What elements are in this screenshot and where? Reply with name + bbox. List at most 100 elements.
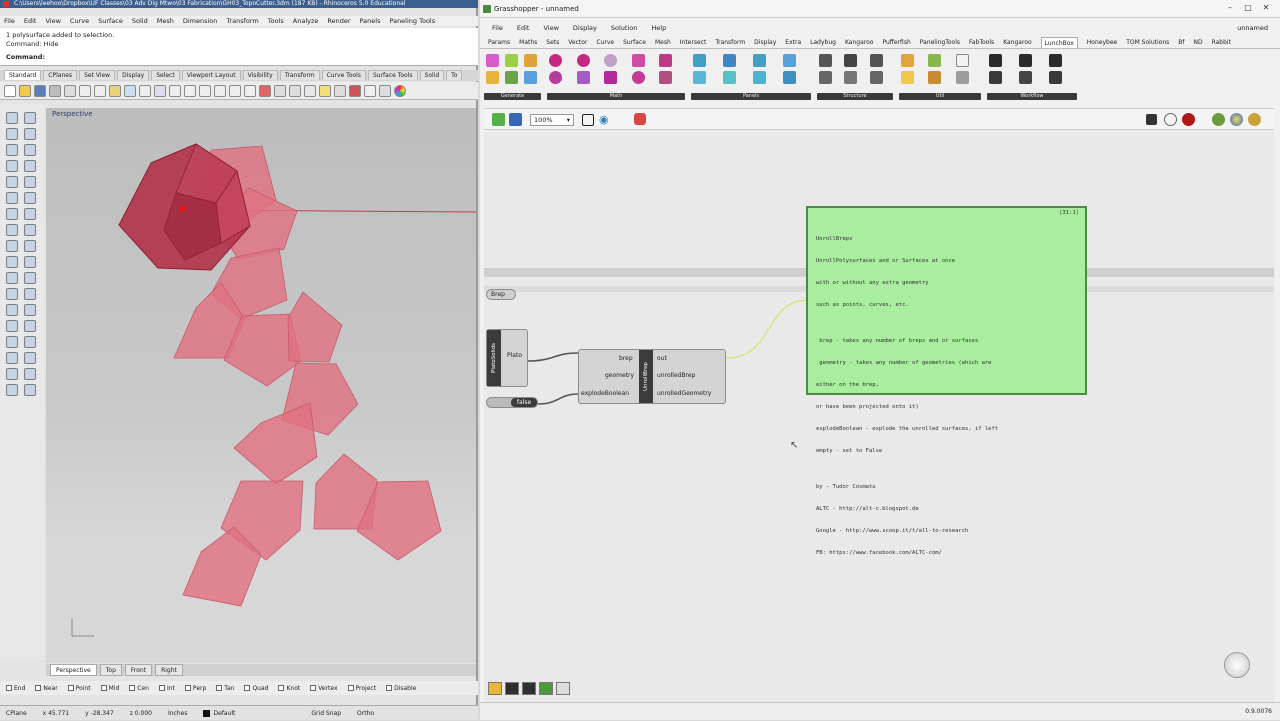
osnap-tan[interactable]: Tan <box>216 685 234 692</box>
open-file-icon[interactable] <box>492 113 505 126</box>
gh-tab-transform[interactable]: Transform <box>715 37 745 48</box>
rotate-icon[interactable] <box>6 320 18 332</box>
osnap-cen[interactable]: Cen <box>129 685 149 692</box>
circle-icon[interactable] <box>6 144 18 156</box>
rhino-menu-paneling-tools[interactable]: Paneling Tools <box>389 16 435 26</box>
toolbar-tab-viewport-layout[interactable]: Viewport Layout <box>181 70 241 80</box>
revolve-icon[interactable] <box>24 224 36 236</box>
ellipse-icon[interactable] <box>6 160 18 172</box>
viewport-tab-right[interactable]: Right <box>155 664 183 676</box>
perspective-viewport[interactable]: Perspective <box>46 108 476 663</box>
layer-util-icon[interactable] <box>901 54 914 67</box>
import-icon[interactable] <box>1049 71 1062 84</box>
offset-icon[interactable] <box>24 192 36 204</box>
gh-tab-kangaroo-2[interactable]: Kangaroo <box>1003 37 1031 48</box>
sphere-icon[interactable] <box>604 54 618 67</box>
toolbar-tab-cplanes[interactable]: CPlanes <box>43 70 78 80</box>
toolbar-tab-set-view[interactable]: Set View <box>79 70 116 80</box>
rhino-menu-analyze[interactable]: Analyze <box>293 16 319 26</box>
database-icon[interactable] <box>1019 71 1032 84</box>
panel-triangle-icon[interactable] <box>753 54 766 67</box>
status-ortho[interactable]: Ortho <box>357 710 374 717</box>
preview-eye-icon[interactable]: ◉ <box>599 113 609 126</box>
frame-icon[interactable] <box>869 54 883 67</box>
globe-icon[interactable] <box>1230 113 1243 126</box>
rhino-menu-mesh[interactable]: Mesh <box>157 16 174 26</box>
analyze-icon[interactable] <box>24 384 36 396</box>
klein-icon[interactable] <box>631 71 645 84</box>
split-icon[interactable] <box>24 352 36 364</box>
rectangle-icon[interactable] <box>24 160 36 172</box>
toolbar-tab-more[interactable]: To <box>446 70 463 80</box>
osnap-end[interactable]: End <box>6 685 25 692</box>
rhino-menu-edit[interactable]: Edit <box>24 16 37 26</box>
sphere-icon[interactable] <box>24 240 36 252</box>
document-preview-icon[interactable] <box>1212 113 1225 126</box>
gear-icon[interactable] <box>549 54 562 67</box>
zoom-extents-icon[interactable] <box>199 85 211 97</box>
hide-icon[interactable] <box>274 85 286 97</box>
hatch-icon[interactable] <box>24 288 36 300</box>
panel-hex-icon[interactable] <box>723 54 736 67</box>
minimize-icon[interactable]: – <box>1224 3 1236 13</box>
plane-grid-icon[interactable] <box>505 54 518 67</box>
join-icon[interactable] <box>6 368 18 380</box>
gh-tab-honeybee[interactable]: Honeybee <box>1087 37 1117 48</box>
new-file-icon[interactable] <box>4 85 16 97</box>
text-icon[interactable] <box>24 272 36 284</box>
osnap-near[interactable]: Near <box>35 685 58 692</box>
gh-tab-pufferfish[interactable]: Pufferfish <box>882 37 910 48</box>
bake-icon[interactable] <box>928 54 942 67</box>
explode-icon[interactable] <box>24 368 36 380</box>
render-icon[interactable] <box>349 85 361 97</box>
zoom-dropdown[interactable]: 100% ▾ <box>530 114 574 126</box>
move-icon[interactable] <box>6 304 18 316</box>
rotate-view-icon[interactable] <box>154 85 166 97</box>
lattice-icon[interactable] <box>844 71 858 84</box>
osnap-point[interactable]: Point <box>67 685 91 692</box>
toolbar-tab-display[interactable]: Display <box>117 70 150 80</box>
output-out[interactable]: out <box>657 355 667 362</box>
panel-random-icon[interactable] <box>783 54 796 67</box>
gh-tab-fabtools[interactable]: FabTools <box>969 37 994 48</box>
sort-icon[interactable] <box>928 71 942 84</box>
gh-menu-display[interactable]: Display <box>573 22 597 34</box>
osnap-knot[interactable]: Knot <box>278 685 300 692</box>
zoom-extents-icon[interactable] <box>582 114 594 126</box>
status-grid-snap[interactable]: Grid Snap <box>311 710 341 717</box>
copy-icon[interactable] <box>94 85 106 97</box>
rhino-menu-curve[interactable]: Curve <box>70 16 89 26</box>
trim-icon[interactable] <box>6 352 18 364</box>
dimension-icon[interactable] <box>6 288 18 300</box>
preview-shaded-icon[interactable] <box>1164 113 1177 126</box>
undo-icon[interactable] <box>124 85 136 97</box>
gear-icon[interactable] <box>576 54 590 67</box>
mesh-icon[interactable] <box>6 272 18 284</box>
toolbar-tab-transform[interactable]: Transform <box>279 70 320 80</box>
object-properties-icon[interactable] <box>334 85 346 97</box>
unroll-util-icon[interactable] <box>955 71 969 84</box>
rhino-menu-panels[interactable]: Panels <box>360 16 381 26</box>
fillet-icon[interactable] <box>6 192 18 204</box>
gh-document-name[interactable]: unnamed <box>1237 22 1268 34</box>
sketch-tool-icon[interactable] <box>488 682 502 695</box>
sketch-icon[interactable] <box>634 113 646 125</box>
polygon-icon[interactable] <box>6 176 18 188</box>
osnap-perp[interactable]: Perp <box>184 685 206 692</box>
shell-icon[interactable] <box>659 54 673 67</box>
gh-tab-kangaroo[interactable]: Kangaroo <box>845 37 873 48</box>
gh-tab-params[interactable]: Params <box>488 37 510 48</box>
gh-tab-panelingtools[interactable]: PanelingTools <box>920 37 960 48</box>
toolbar-tab-select[interactable]: Select <box>151 70 180 80</box>
toolbar-tab-solid[interactable]: Solid <box>419 70 445 80</box>
input-geometry[interactable]: geometry <box>605 372 634 379</box>
gh-menu-help[interactable]: Help <box>651 22 666 34</box>
options-icon[interactable] <box>379 85 391 97</box>
loft-icon[interactable] <box>6 224 18 236</box>
cylinder-icon[interactable] <box>6 256 18 268</box>
display-mode-icon[interactable] <box>1248 113 1261 126</box>
four-views-icon[interactable] <box>244 85 256 97</box>
rhino-menu-solid[interactable]: Solid <box>132 16 148 26</box>
gh-menu-view[interactable]: View <box>543 22 558 34</box>
panel-stagger-icon[interactable] <box>753 71 766 84</box>
